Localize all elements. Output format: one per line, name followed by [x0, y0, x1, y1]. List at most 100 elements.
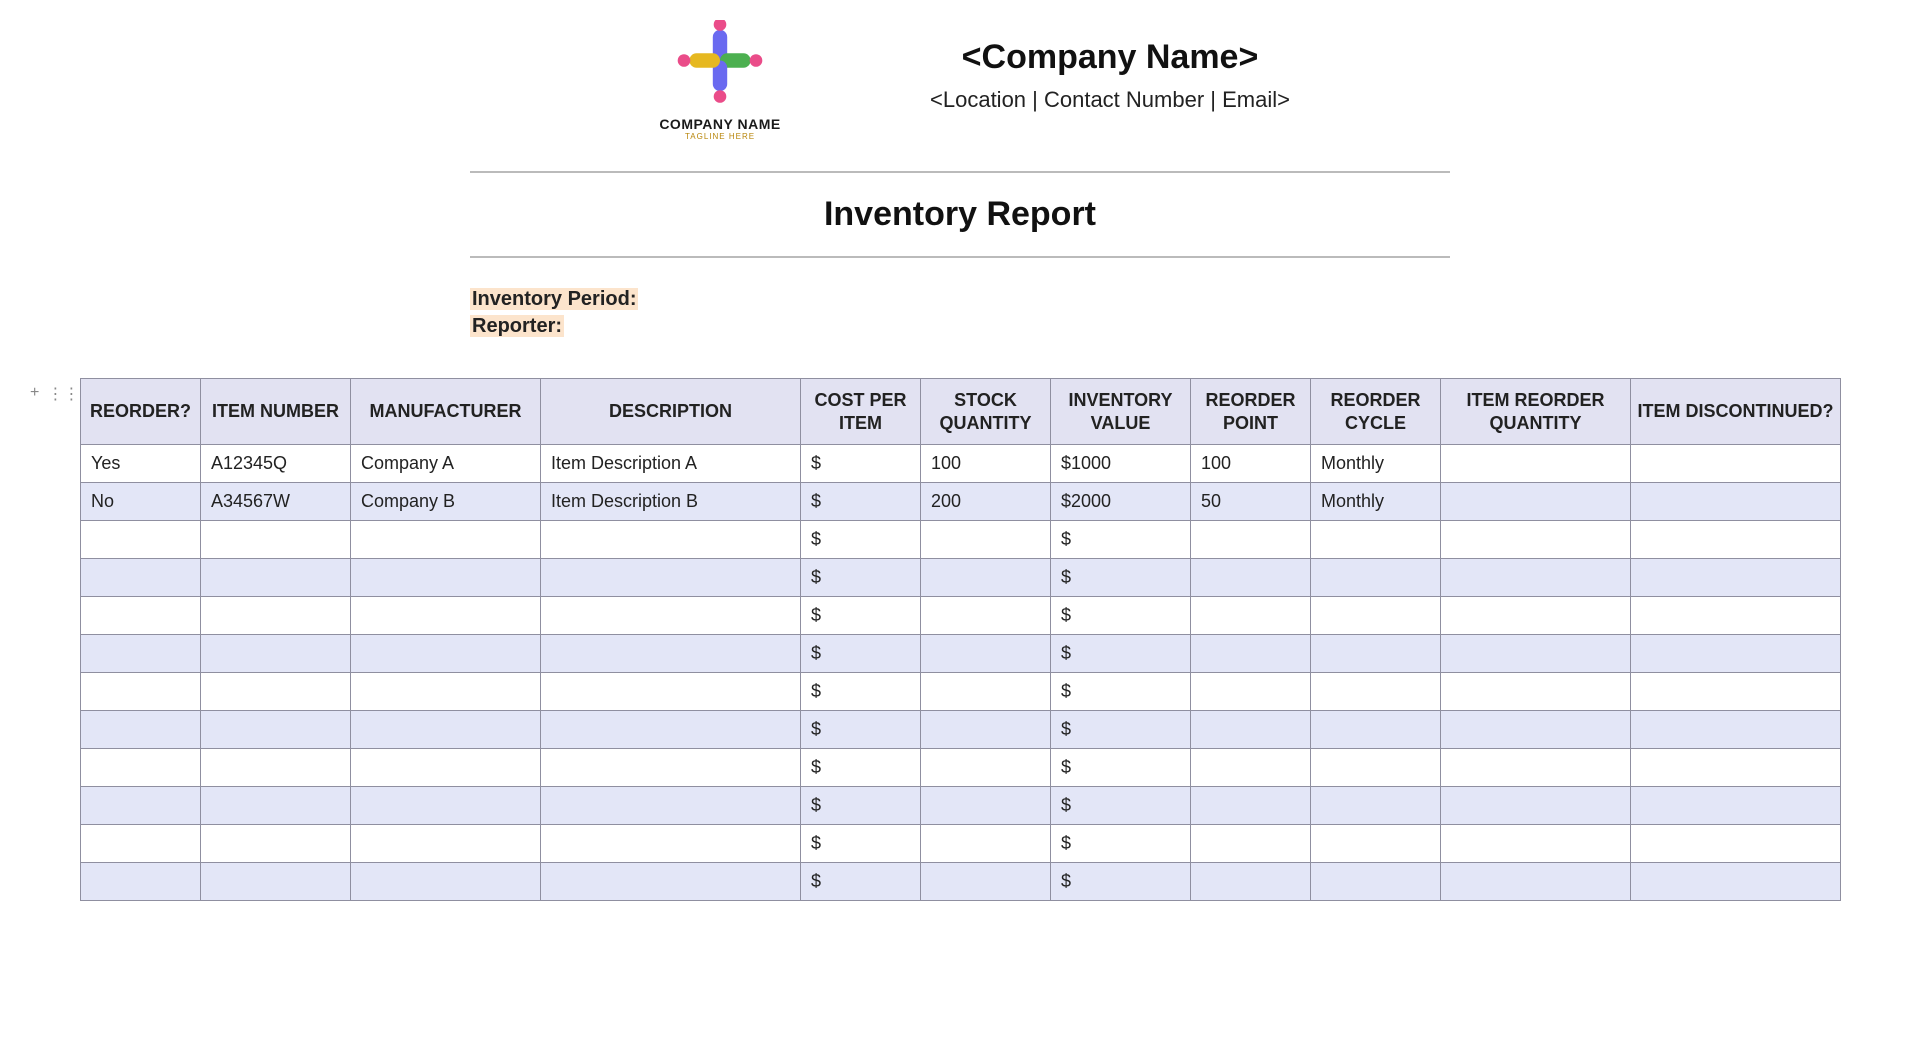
cell-item-reorder-quantity[interactable] [1441, 635, 1631, 673]
cell-stock-quantity[interactable]: 200 [921, 483, 1051, 521]
cell-reorder-cycle[interactable] [1311, 559, 1441, 597]
cell-manufacturer[interactable] [351, 749, 541, 787]
cell-description[interactable] [541, 711, 801, 749]
cell-reorder-point[interactable] [1191, 711, 1311, 749]
cell-item-reorder-quantity[interactable] [1441, 597, 1631, 635]
cell-manufacturer[interactable] [351, 863, 541, 901]
drag-handle-icon[interactable]: ⋮⋮ [47, 384, 79, 404]
cell-item-discontinued[interactable] [1631, 521, 1841, 559]
cell-item-reorder-quantity[interactable] [1441, 749, 1631, 787]
cell-item-reorder-quantity[interactable] [1441, 483, 1631, 521]
cell-manufacturer[interactable] [351, 673, 541, 711]
cell-reorder[interactable] [81, 863, 201, 901]
cell-item-reorder-quantity[interactable] [1441, 559, 1631, 597]
cell-description[interactable] [541, 825, 801, 863]
cell-item-reorder-quantity[interactable] [1441, 711, 1631, 749]
cell-stock-quantity[interactable] [921, 749, 1051, 787]
cell-cost-per-item[interactable]: $ [801, 749, 921, 787]
cell-reorder[interactable] [81, 825, 201, 863]
cell-item-reorder-quantity[interactable] [1441, 445, 1631, 483]
cell-cost-per-item[interactable]: $ [801, 559, 921, 597]
cell-stock-quantity[interactable] [921, 559, 1051, 597]
cell-item-reorder-quantity[interactable] [1441, 521, 1631, 559]
cell-reorder-point[interactable] [1191, 787, 1311, 825]
cell-reorder-cycle[interactable] [1311, 711, 1441, 749]
cell-description[interactable]: Item Description B [541, 483, 801, 521]
cell-reorder-point[interactable] [1191, 521, 1311, 559]
cell-reorder[interactable]: No [81, 483, 201, 521]
cell-stock-quantity[interactable]: 100 [921, 445, 1051, 483]
cell-item-discontinued[interactable] [1631, 597, 1841, 635]
cell-manufacturer[interactable] [351, 559, 541, 597]
cell-reorder-cycle[interactable] [1311, 749, 1441, 787]
cell-manufacturer[interactable] [351, 711, 541, 749]
cell-description[interactable] [541, 635, 801, 673]
cell-inventory-value[interactable]: $ [1051, 559, 1191, 597]
cell-inventory-value[interactable]: $ [1051, 673, 1191, 711]
cell-reorder[interactable] [81, 787, 201, 825]
cell-reorder[interactable] [81, 711, 201, 749]
cell-stock-quantity[interactable] [921, 825, 1051, 863]
cell-reorder[interactable] [81, 749, 201, 787]
cell-reorder-cycle[interactable] [1311, 863, 1441, 901]
cell-description[interactable] [541, 521, 801, 559]
cell-reorder-point[interactable] [1191, 597, 1311, 635]
cell-item-number[interactable] [201, 711, 351, 749]
cell-reorder[interactable] [81, 597, 201, 635]
cell-description[interactable] [541, 787, 801, 825]
cell-reorder-point[interactable]: 100 [1191, 445, 1311, 483]
cell-inventory-value[interactable]: $2000 [1051, 483, 1191, 521]
cell-stock-quantity[interactable] [921, 863, 1051, 901]
cell-cost-per-item[interactable]: $ [801, 521, 921, 559]
cell-item-number[interactable] [201, 787, 351, 825]
cell-manufacturer[interactable] [351, 787, 541, 825]
cell-reorder-point[interactable] [1191, 825, 1311, 863]
cell-reorder-cycle[interactable] [1311, 825, 1441, 863]
cell-inventory-value[interactable]: $ [1051, 597, 1191, 635]
cell-cost-per-item[interactable]: $ [801, 635, 921, 673]
add-row-button[interactable]: + [30, 384, 39, 404]
cell-inventory-value[interactable]: $ [1051, 635, 1191, 673]
cell-description[interactable] [541, 749, 801, 787]
cell-inventory-value[interactable]: $ [1051, 787, 1191, 825]
cell-inventory-value[interactable]: $ [1051, 825, 1191, 863]
cell-manufacturer[interactable] [351, 521, 541, 559]
cell-stock-quantity[interactable] [921, 787, 1051, 825]
cell-item-number[interactable]: A12345Q [201, 445, 351, 483]
cell-item-number[interactable] [201, 863, 351, 901]
cell-manufacturer[interactable] [351, 635, 541, 673]
cell-item-number[interactable] [201, 597, 351, 635]
cell-item-discontinued[interactable] [1631, 673, 1841, 711]
cell-reorder-cycle[interactable] [1311, 787, 1441, 825]
cell-item-reorder-quantity[interactable] [1441, 787, 1631, 825]
cell-reorder-point[interactable]: 50 [1191, 483, 1311, 521]
cell-reorder-cycle[interactable] [1311, 673, 1441, 711]
cell-reorder-point[interactable] [1191, 749, 1311, 787]
cell-inventory-value[interactable]: $1000 [1051, 445, 1191, 483]
cell-item-number[interactable] [201, 673, 351, 711]
cell-reorder[interactable] [81, 673, 201, 711]
cell-description[interactable] [541, 673, 801, 711]
cell-inventory-value[interactable]: $ [1051, 863, 1191, 901]
cell-cost-per-item[interactable]: $ [801, 711, 921, 749]
cell-item-discontinued[interactable] [1631, 749, 1841, 787]
cell-reorder-cycle[interactable] [1311, 521, 1441, 559]
cell-stock-quantity[interactable] [921, 521, 1051, 559]
cell-inventory-value[interactable]: $ [1051, 749, 1191, 787]
cell-reorder-point[interactable] [1191, 559, 1311, 597]
cell-manufacturer[interactable]: Company B [351, 483, 541, 521]
cell-cost-per-item[interactable]: $ [801, 597, 921, 635]
cell-stock-quantity[interactable] [921, 597, 1051, 635]
cell-manufacturer[interactable]: Company A [351, 445, 541, 483]
cell-item-discontinued[interactable] [1631, 787, 1841, 825]
cell-reorder[interactable]: Yes [81, 445, 201, 483]
cell-reorder[interactable] [81, 521, 201, 559]
cell-item-reorder-quantity[interactable] [1441, 825, 1631, 863]
cell-cost-per-item[interactable]: $ [801, 825, 921, 863]
cell-reorder-point[interactable] [1191, 635, 1311, 673]
cell-cost-per-item[interactable]: $ [801, 445, 921, 483]
cell-reorder-cycle[interactable] [1311, 597, 1441, 635]
cell-item-discontinued[interactable] [1631, 445, 1841, 483]
cell-reorder-point[interactable] [1191, 863, 1311, 901]
cell-stock-quantity[interactable] [921, 673, 1051, 711]
